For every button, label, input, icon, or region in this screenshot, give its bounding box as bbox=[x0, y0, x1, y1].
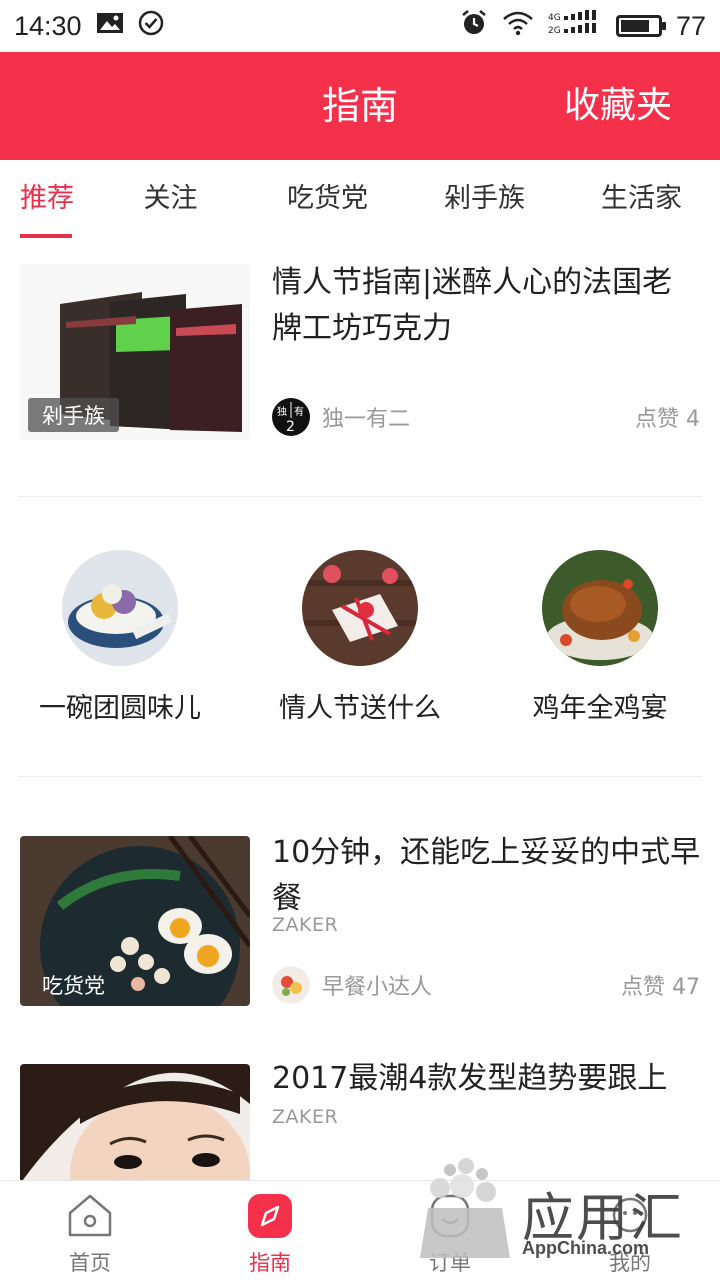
signal-icon: 4G 2G bbox=[548, 9, 602, 43]
tab-label: 推荐 bbox=[20, 183, 74, 214]
author-avatar: 独 有 2 bbox=[272, 398, 310, 436]
topic-item[interactable]: 一碗团圆味儿 bbox=[0, 550, 240, 740]
like-count[interactable]: 点赞 47 bbox=[621, 969, 700, 1001]
topic-item[interactable]: 情人节送什么 bbox=[240, 550, 480, 740]
tab-label: 生活家 bbox=[601, 183, 682, 214]
svg-text:2G: 2G bbox=[548, 26, 561, 36]
hairstyle-image bbox=[20, 1064, 250, 1180]
section-divider bbox=[18, 776, 702, 777]
topic-image bbox=[302, 550, 418, 666]
like-count[interactable]: 点赞 4 bbox=[635, 401, 700, 433]
author-name: 早餐小达人 bbox=[322, 975, 433, 1000]
category-tag: 吃货党 bbox=[42, 974, 105, 998]
tab-label: 关注 bbox=[143, 183, 198, 214]
battery-icon bbox=[615, 15, 666, 37]
compass-icon bbox=[246, 1193, 294, 1243]
article-source: ZAKER bbox=[272, 914, 339, 936]
article-title: 10分钟，还能吃上妥妥的中式早餐 bbox=[272, 835, 701, 916]
nav-label: 指南 bbox=[249, 1251, 291, 1275]
alarm-icon bbox=[460, 9, 488, 44]
battery-level: 77 bbox=[675, 10, 706, 41]
topic-image bbox=[62, 550, 178, 666]
avatar-number: 2 bbox=[286, 419, 295, 435]
article-title: 情人节指南|迷醉人心的法国老牌工坊巧克力 bbox=[272, 265, 673, 346]
order-icon bbox=[426, 1193, 474, 1243]
tab-lifestyle[interactable]: 生活家 bbox=[563, 160, 720, 240]
app-header: 指南 收藏夹 bbox=[0, 52, 720, 160]
nav-label: 首页 bbox=[69, 1251, 111, 1275]
category-tag: 剁手族 bbox=[28, 398, 119, 432]
image-icon bbox=[96, 11, 124, 42]
battery-fill bbox=[620, 20, 649, 32]
article-meta: 独 有 2 独一有二 点赞 4 bbox=[272, 398, 700, 436]
topic-label: 鸡年全鸡宴 bbox=[532, 693, 668, 724]
article-meta: 早餐小达人 点赞 47 bbox=[272, 966, 700, 1004]
bottom-navigation: 首页 指南 订单 我的 bbox=[0, 1180, 720, 1280]
tab-follow[interactable]: 关注 bbox=[92, 160, 249, 240]
nav-profile[interactable]: 我的 bbox=[540, 1181, 720, 1280]
tab-label: 吃货党 bbox=[287, 183, 368, 214]
avatar-char: 独 bbox=[277, 405, 287, 418]
status-time: 14:30 bbox=[14, 10, 82, 41]
nav-label: 订单 bbox=[429, 1251, 471, 1275]
profile-icon bbox=[606, 1193, 654, 1243]
topic-item[interactable]: 鸡年全鸡宴 bbox=[480, 550, 720, 740]
home-icon bbox=[66, 1193, 114, 1243]
nav-orders[interactable]: 订单 bbox=[360, 1181, 540, 1280]
article-thumbnail: 吃货党 bbox=[20, 836, 250, 1006]
author-name: 独一有二 bbox=[322, 407, 411, 432]
section-divider bbox=[18, 496, 702, 497]
article-title: 2017最潮4款发型趋势要跟上 bbox=[272, 1061, 668, 1096]
favorites-button[interactable]: 收藏夹 bbox=[564, 52, 672, 160]
article-thumbnail bbox=[20, 1064, 250, 1180]
article-card[interactable]: 2017最潮4款发型趋势要跟上 ZAKER bbox=[0, 1056, 720, 1180]
article-source: ZAKER bbox=[272, 1106, 339, 1128]
tab-recommend[interactable]: 推荐 bbox=[0, 160, 92, 240]
nav-guide[interactable]: 指南 bbox=[180, 1181, 360, 1280]
topic-label: 情人节送什么 bbox=[279, 693, 441, 724]
article-thumbnail: 剁手族 bbox=[20, 264, 250, 440]
tab-label: 剁手族 bbox=[444, 183, 525, 214]
wifi-icon bbox=[502, 10, 534, 43]
svg-text:4G: 4G bbox=[548, 13, 561, 23]
topic-row: 一碗团圆味儿 情人节送什么 鸡年全鸡宴 bbox=[0, 550, 720, 740]
tab-foodies[interactable]: 吃货党 bbox=[249, 160, 406, 240]
category-tabs: 推荐 关注 吃货党 剁手族 生活家 bbox=[0, 160, 720, 240]
avatar-char: 有 bbox=[294, 405, 304, 418]
topic-label: 一碗团圆味儿 bbox=[39, 693, 201, 724]
article-card[interactable]: 剁手族 情人节指南|迷醉人心的法国老牌工坊巧克力 独 有 2 独一有二 点赞 4 bbox=[0, 250, 720, 460]
check-circle-icon bbox=[138, 10, 164, 43]
status-bar: 14:30 4G 2G 77 bbox=[0, 0, 720, 52]
active-tab-indicator bbox=[20, 234, 72, 238]
author-avatar bbox=[272, 966, 310, 1004]
tab-shoppers[interactable]: 剁手族 bbox=[406, 160, 563, 240]
topic-image bbox=[542, 550, 658, 666]
nav-label: 我的 bbox=[609, 1251, 651, 1275]
article-card[interactable]: 吃货党 10分钟，还能吃上妥妥的中式早餐 ZAKER 早餐小达人 点赞 47 bbox=[0, 830, 720, 1020]
nav-home[interactable]: 首页 bbox=[0, 1181, 180, 1280]
